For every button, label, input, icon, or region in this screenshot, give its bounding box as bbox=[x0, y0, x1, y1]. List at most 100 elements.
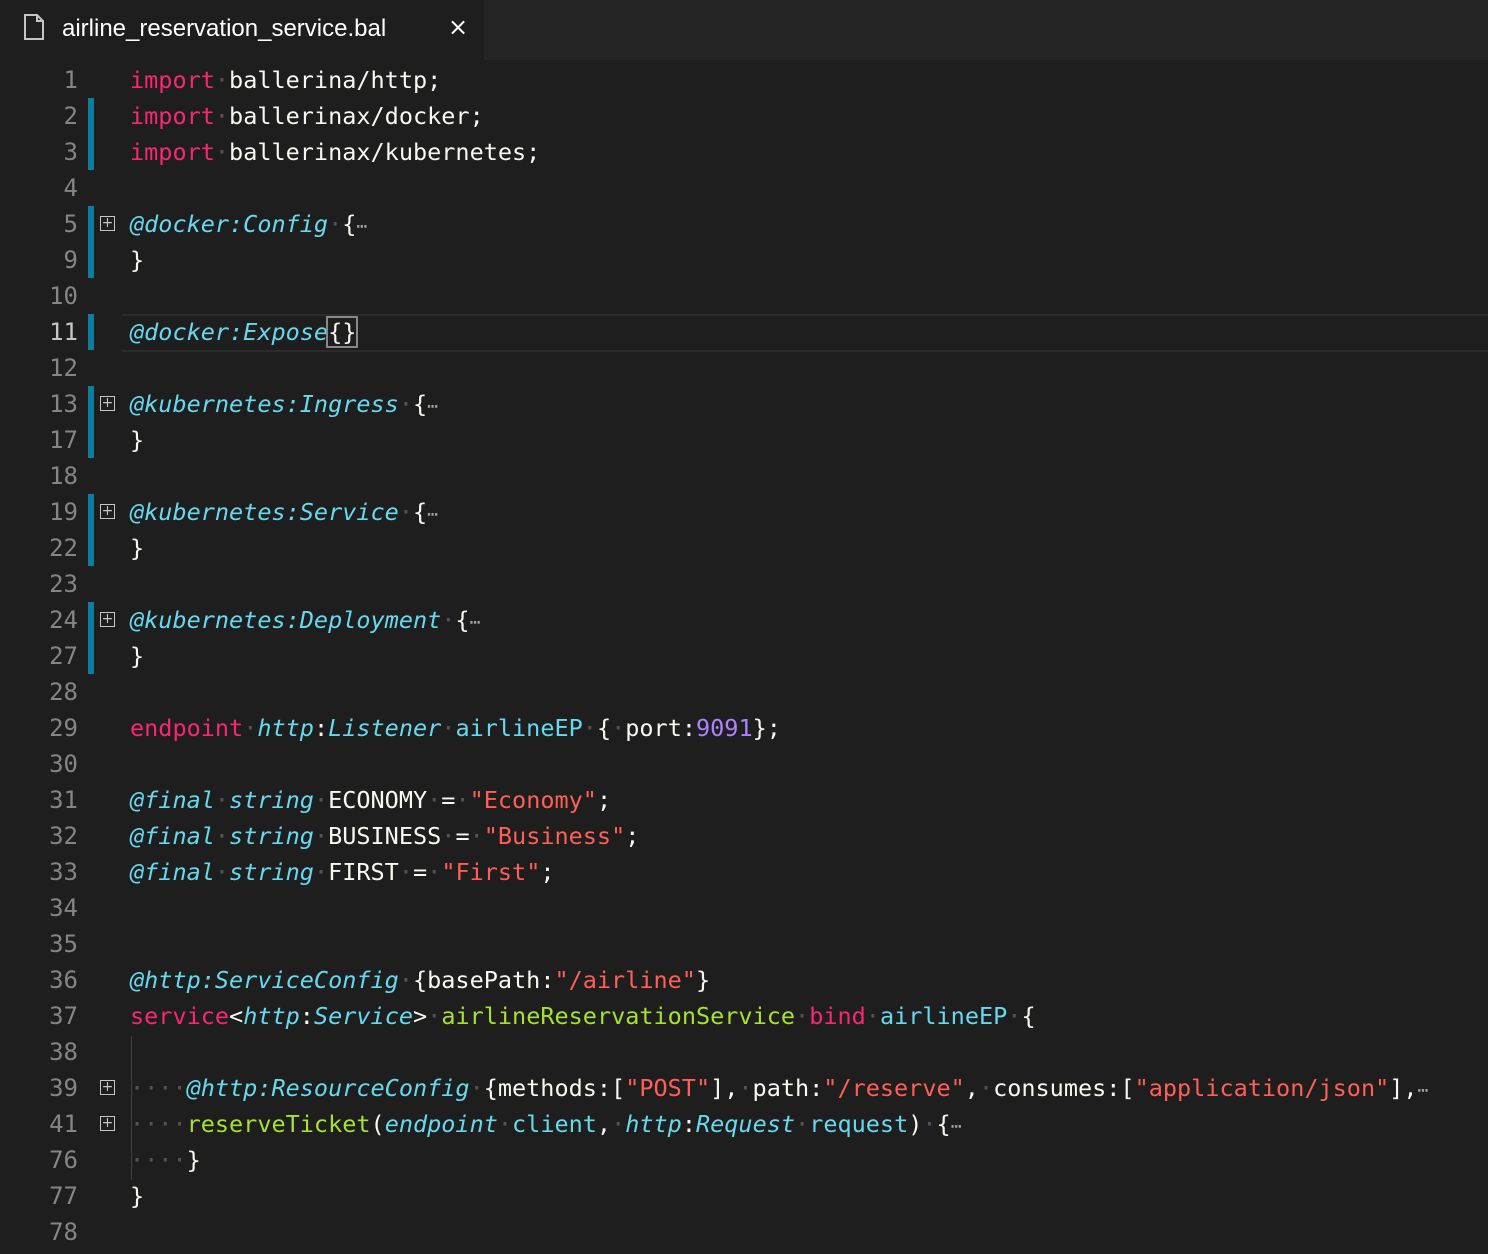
folded-ellipsis-icon: ⋯ bbox=[1417, 1080, 1429, 1101]
line-number: 17 bbox=[49, 426, 78, 454]
code-text[interactable]: @final·string·FIRST·=·"First"; bbox=[130, 854, 555, 890]
code-line[interactable]: 78 bbox=[0, 1214, 1488, 1250]
code-text[interactable]: @http:ServiceConfig·{basePath:"/airline"… bbox=[130, 962, 710, 998]
code-token: BUSINESS bbox=[328, 822, 442, 850]
code-token: · bbox=[214, 102, 230, 130]
line-number: 34 bbox=[49, 894, 78, 922]
code-token: airlineEP bbox=[455, 714, 583, 742]
code-text[interactable]: @final·string·ECONOMY·=·"Economy"; bbox=[130, 782, 611, 818]
code-token: @final bbox=[130, 858, 215, 886]
code-line[interactable]: 29 endpoint·http:Listener·airlineEP·{·por… bbox=[0, 710, 1488, 746]
code-line[interactable]: 37 service<http:Service>·airlineReservati… bbox=[0, 998, 1488, 1034]
code-text[interactable]: @final·string·BUSINESS·=·"Business"; bbox=[130, 818, 639, 854]
code-token: : bbox=[299, 1002, 314, 1030]
code-line[interactable]: 34 bbox=[0, 890, 1488, 926]
code-token: = bbox=[441, 786, 456, 814]
matched-bracket: {} bbox=[326, 316, 359, 348]
code-line[interactable]: 33 @final·string·FIRST·=·"First"; bbox=[0, 854, 1488, 890]
code-line[interactable]: 12 bbox=[0, 350, 1488, 386]
code-token: } bbox=[130, 642, 145, 670]
code-text[interactable]: endpoint·http:Listener·airlineEP·{·port:… bbox=[130, 710, 781, 746]
code-text[interactable]: import·ballerinax/docker; bbox=[130, 98, 484, 134]
code-text[interactable]: import·ballerina/http; bbox=[130, 62, 441, 98]
code-text[interactable]: ····@http:ResourceConfig·{methods:["POST… bbox=[130, 1070, 1428, 1109]
code-token: · bbox=[214, 138, 230, 166]
tab-bar: airline_reservation_service.bal × bbox=[0, 0, 1488, 60]
code-text[interactable]: ····} bbox=[130, 1142, 201, 1178]
code-line[interactable]: 30 bbox=[0, 746, 1488, 782]
code-line[interactable]: 19 + @kubernetes:Service·{⋯ bbox=[0, 494, 1488, 530]
code-line[interactable]: 32 @final·string·BUSINESS·=·"Business"; bbox=[0, 818, 1488, 854]
code-line[interactable]: 3 import·ballerinax/kubernetes; bbox=[0, 134, 1488, 170]
code-token: · bbox=[313, 786, 329, 814]
code-text[interactable]: @docker:Expose{} bbox=[130, 314, 359, 350]
code-text[interactable]: service<http:Service>·airlineReservation… bbox=[130, 998, 1036, 1034]
code-text[interactable]: } bbox=[130, 530, 144, 566]
code-line[interactable]: 77} bbox=[0, 1178, 1488, 1214]
code-token: > bbox=[413, 1002, 428, 1030]
code-line[interactable]: 22} bbox=[0, 530, 1488, 566]
code-line[interactable]: 41 + ····reserveTicket(endpoint·client,·ht… bbox=[0, 1106, 1488, 1142]
code-editor[interactable]: 1 import·ballerina/http; 2 import·ballerina… bbox=[0, 60, 1488, 1254]
expand-fold-icon[interactable]: + bbox=[100, 504, 115, 519]
folded-ellipsis-icon: ⋯ bbox=[469, 612, 481, 633]
expand-fold-icon[interactable]: + bbox=[100, 1080, 115, 1095]
code-line[interactable]: 36 @http:ServiceConfig·{basePath:"/airlin… bbox=[0, 962, 1488, 998]
expand-fold-icon[interactable]: + bbox=[100, 612, 115, 627]
code-line[interactable]: 28 bbox=[0, 674, 1488, 710]
code-token: @final bbox=[130, 786, 215, 814]
code-text[interactable]: } bbox=[130, 1178, 144, 1214]
code-token: Request bbox=[695, 1110, 796, 1138]
code-line[interactable]: 35 bbox=[0, 926, 1488, 962]
folded-ellipsis-icon: ⋯ bbox=[356, 216, 368, 237]
expand-fold-icon[interactable]: + bbox=[100, 396, 115, 411]
modified-line-indicator bbox=[88, 602, 94, 638]
code-token: "/reserve" bbox=[823, 1074, 965, 1102]
code-line[interactable]: 31 @final·string·ECONOMY·=·"Economy"; bbox=[0, 782, 1488, 818]
code-token: · bbox=[865, 1002, 880, 1030]
expand-fold-icon[interactable]: + bbox=[100, 216, 115, 231]
code-text[interactable]: import·ballerinax/kubernetes; bbox=[130, 134, 540, 170]
line-number: 35 bbox=[49, 930, 78, 958]
code-text[interactable]: ····reserveTicket(endpoint·client,·http:… bbox=[130, 1106, 962, 1145]
code-line[interactable]: 5 + @docker:Config·{⋯ bbox=[0, 206, 1488, 242]
code-line[interactable]: 18 bbox=[0, 458, 1488, 494]
code-line[interactable]: 10 bbox=[0, 278, 1488, 314]
editor-tab-active[interactable]: airline_reservation_service.bal × bbox=[0, 0, 484, 60]
code-token: · bbox=[427, 858, 442, 886]
code-line[interactable]: 38 bbox=[0, 1034, 1488, 1070]
code-text[interactable]: } bbox=[130, 638, 144, 674]
code-text[interactable]: @docker:Config·{⋯ bbox=[130, 206, 367, 245]
code-line[interactable]: 11 @docker:Expose{} bbox=[0, 314, 1488, 352]
line-number: 41 bbox=[49, 1110, 78, 1138]
expand-fold-icon[interactable]: + bbox=[100, 1116, 115, 1131]
code-token: @kubernetes:Service bbox=[130, 498, 399, 526]
code-token: · bbox=[611, 1110, 626, 1138]
code-token: "application/json" bbox=[1134, 1074, 1390, 1102]
code-line[interactable]: 9} bbox=[0, 242, 1488, 278]
code-text[interactable]: @kubernetes:Deployment·{⋯ bbox=[130, 602, 480, 641]
code-token: service bbox=[130, 1002, 230, 1030]
code-text[interactable]: @kubernetes:Service·{⋯ bbox=[130, 494, 438, 533]
code-token: "/airline" bbox=[554, 966, 696, 994]
line-number: 11 bbox=[49, 318, 78, 346]
line-number: 4 bbox=[63, 174, 78, 202]
code-text[interactable]: } bbox=[130, 422, 144, 458]
code-token: · bbox=[469, 822, 484, 850]
close-icon[interactable]: × bbox=[446, 12, 470, 42]
code-line[interactable]: 76 ····} bbox=[0, 1142, 1488, 1178]
code-line[interactable]: 13 + @kubernetes:Ingress·{⋯ bbox=[0, 386, 1488, 422]
code-line[interactable]: 27} bbox=[0, 638, 1488, 674]
code-line[interactable]: 24 + @kubernetes:Deployment·{⋯ bbox=[0, 602, 1488, 638]
code-token: · bbox=[922, 1110, 937, 1138]
code-text[interactable]: @kubernetes:Ingress·{⋯ bbox=[130, 386, 438, 425]
code-line[interactable]: 23 bbox=[0, 566, 1488, 602]
code-line[interactable]: 4 bbox=[0, 170, 1488, 206]
code-line[interactable]: 39 + ····@http:ResourceConfig·{methods:["P… bbox=[0, 1070, 1488, 1106]
code-line[interactable]: 2 import·ballerinax/docker; bbox=[0, 98, 1488, 134]
code-line[interactable]: 17} bbox=[0, 422, 1488, 458]
code-token: request bbox=[809, 1110, 909, 1138]
code-line[interactable]: 1 import·ballerina/http; bbox=[0, 62, 1488, 98]
code-token: { bbox=[412, 498, 428, 526]
code-text[interactable]: } bbox=[130, 242, 144, 278]
